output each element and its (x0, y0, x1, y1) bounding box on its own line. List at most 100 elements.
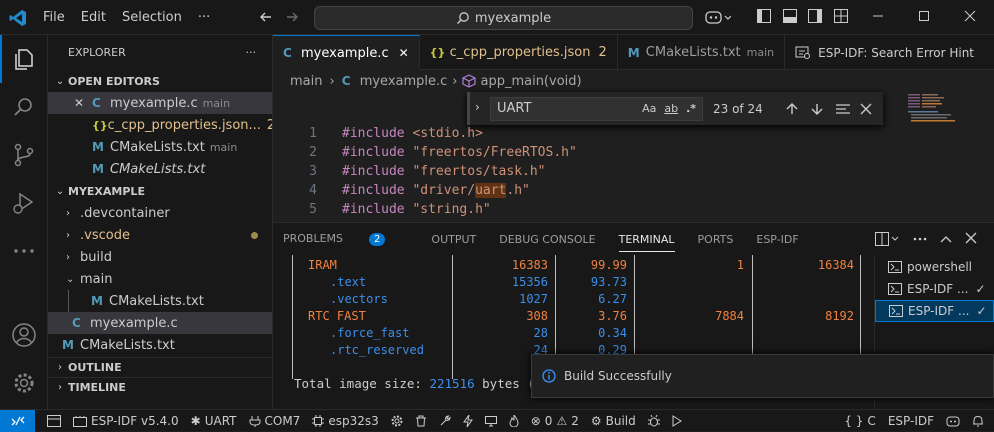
toggle-primary-sidebar-icon[interactable] (757, 9, 771, 23)
project-header[interactable]: ⌄ MYEXAMPLE (48, 180, 272, 202)
menu-edit[interactable]: Edit (81, 10, 106, 25)
tree-file[interactable]: Cmyexample.c (48, 312, 272, 334)
target-selector[interactable]: esp32s3 (312, 414, 379, 428)
more-views-icon[interactable] (11, 238, 37, 264)
tab-ports[interactable]: PORTS (698, 233, 734, 246)
tab-terminal[interactable]: TERMINAL (618, 227, 675, 252)
open-editor-item[interactable]: ✕ C myexample.c main (48, 92, 272, 114)
problems-indicator[interactable]: ⊗ 0 ⚠ 2 (531, 414, 579, 428)
chevron-right-icon[interactable]: › (475, 100, 480, 114)
language-mode[interactable]: { } C (844, 414, 875, 428)
close-window-icon[interactable] (964, 10, 976, 22)
esp-idf-status[interactable]: ESP-IDF (888, 414, 934, 428)
open-editor-item[interactable]: M CMakeLists.txt (48, 158, 272, 180)
esp-idf-version[interactable]: ESP-IDF v5.4.0 (73, 414, 179, 428)
more-actions-icon[interactable] (913, 232, 927, 246)
close-find-icon[interactable] (860, 103, 872, 115)
outline-header[interactable]: › OUTLINE (48, 357, 272, 377)
tab-c-cpp-properties[interactable]: {} c_cpp_properties.json 2 (420, 35, 618, 70)
find-input[interactable]: UART Aa ab .* (490, 96, 703, 121)
used-percent: 6.27 (598, 292, 627, 306)
breadcrumb-file[interactable]: myexample.c (360, 74, 448, 89)
account-icon[interactable] (11, 322, 37, 348)
flame-icon[interactable] (509, 414, 519, 427)
tab-problems[interactable]: PROBLEMS 2 (283, 232, 408, 246)
menu-file[interactable]: File (43, 10, 65, 25)
remote-indicator[interactable] (0, 409, 35, 432)
tab-output[interactable]: OUTPUT (431, 233, 476, 246)
tab-cmakelists[interactable]: M CMakeLists.txt main (618, 35, 786, 70)
sdkconfig-gear-icon[interactable] (391, 415, 403, 427)
command-center[interactable]: myexample (314, 6, 693, 30)
tree-folder[interactable]: › .devcontainer (48, 202, 272, 224)
menu-more[interactable]: ··· (198, 10, 210, 25)
explorer-more-button[interactable]: ··· (246, 46, 257, 59)
build-wrench-icon[interactable] (439, 414, 451, 427)
customize-layout-icon[interactable] (834, 9, 848, 23)
find-in-selection-icon[interactable] (835, 102, 851, 116)
next-match-icon[interactable] (810, 102, 824, 116)
flash-icon[interactable] (462, 414, 473, 427)
source-control-icon[interactable] (11, 142, 37, 168)
close-panel-icon[interactable] (965, 232, 977, 244)
tab-esp-idf[interactable]: ESP-IDF (756, 233, 798, 246)
tree-folder[interactable]: › build (48, 246, 272, 268)
copilot-status-icon[interactable] (946, 415, 960, 427)
toggle-secondary-sidebar-icon[interactable] (808, 9, 822, 23)
open-editors-header[interactable]: ⌄ OPEN EDITORS (48, 70, 272, 92)
c-file-icon: C (341, 74, 351, 88)
minimap[interactable] (903, 92, 994, 222)
line-number: 1 (309, 126, 317, 141)
run-debug-icon[interactable] (11, 190, 37, 216)
debug-bug-icon[interactable] (647, 414, 660, 427)
tree-file[interactable]: M CMakeLists.txt (68, 290, 272, 312)
full-clean-trash-icon[interactable] (415, 415, 427, 427)
new-terminal-split-icon[interactable] (875, 232, 899, 246)
toggle-panel-icon[interactable] (783, 9, 797, 23)
tree-folder[interactable]: ⌄ main (48, 268, 272, 290)
notifications-bell-icon[interactable] (972, 415, 984, 427)
menu-selection[interactable]: Selection (122, 10, 182, 25)
tab-esp-idf-search-error-hint[interactable]: ESP-IDF: Search Error Hint (785, 35, 984, 70)
close-icon[interactable]: ✕ (74, 96, 92, 110)
terminal-item-esp-idf-active[interactable]: ESP-IDF ... ✓ (875, 300, 994, 322)
back-arrow-icon[interactable] (258, 9, 274, 25)
match-case-toggle[interactable]: Aa (642, 102, 656, 115)
command-center-label: myexample (474, 10, 552, 26)
run-play-icon[interactable] (672, 414, 682, 427)
tab-label: c_cpp_properties.json (449, 45, 591, 60)
terminal-item-powershell[interactable]: powershell (875, 256, 994, 278)
minimize-icon[interactable] (872, 10, 884, 22)
terminal-item-esp-idf[interactable]: ESP-IDF ... ✓ (875, 278, 994, 300)
monitor-icon[interactable] (484, 415, 497, 427)
forward-arrow-icon[interactable] (284, 9, 300, 25)
uart-selector[interactable]: ✱ UART (191, 414, 237, 428)
explorer-icon[interactable] (11, 46, 37, 72)
maximize-icon[interactable] (918, 10, 930, 22)
cmake-file-icon: M (91, 294, 103, 308)
close-icon[interactable]: ✕ (399, 46, 409, 60)
settings-gear-icon[interactable] (11, 370, 37, 396)
notification-toast[interactable]: Build Successfully (531, 354, 994, 398)
timeline-header[interactable]: › TIMELINE (48, 377, 272, 397)
breadcrumb-symbol[interactable]: app_main(void) (480, 74, 581, 89)
whole-word-toggle[interactable]: ab (664, 102, 678, 115)
com-port-selector[interactable]: COM7 (249, 414, 300, 428)
breadcrumb-folder[interactable]: main (290, 74, 322, 89)
code-editor[interactable]: 1 #include <stdio.h> 2 #include "freerto… (273, 126, 889, 222)
tab-myexample-c[interactable]: C myexample.c ✕ (273, 35, 420, 70)
chevron-down-icon: ⌄ (66, 273, 75, 285)
maximize-panel-icon[interactable] (939, 232, 953, 246)
project-icon[interactable] (47, 414, 61, 427)
tree-file[interactable]: M CMakeLists.txt (48, 334, 272, 356)
tree-folder[interactable]: › .vscode (48, 224, 272, 246)
copilot-icon[interactable] (705, 9, 731, 25)
json-file-icon: {} (429, 46, 446, 59)
open-editor-item[interactable]: {} c_cpp_properties.json... 2 (48, 114, 272, 136)
regex-toggle[interactable]: .* (686, 102, 696, 115)
previous-match-icon[interactable] (785, 102, 799, 116)
open-editor-item[interactable]: M CMakeLists.txt main (48, 136, 272, 158)
tab-debug-console[interactable]: DEBUG CONSOLE (499, 233, 595, 246)
search-view-icon[interactable] (11, 94, 37, 120)
build-button[interactable]: ⚙ Build (591, 414, 636, 428)
